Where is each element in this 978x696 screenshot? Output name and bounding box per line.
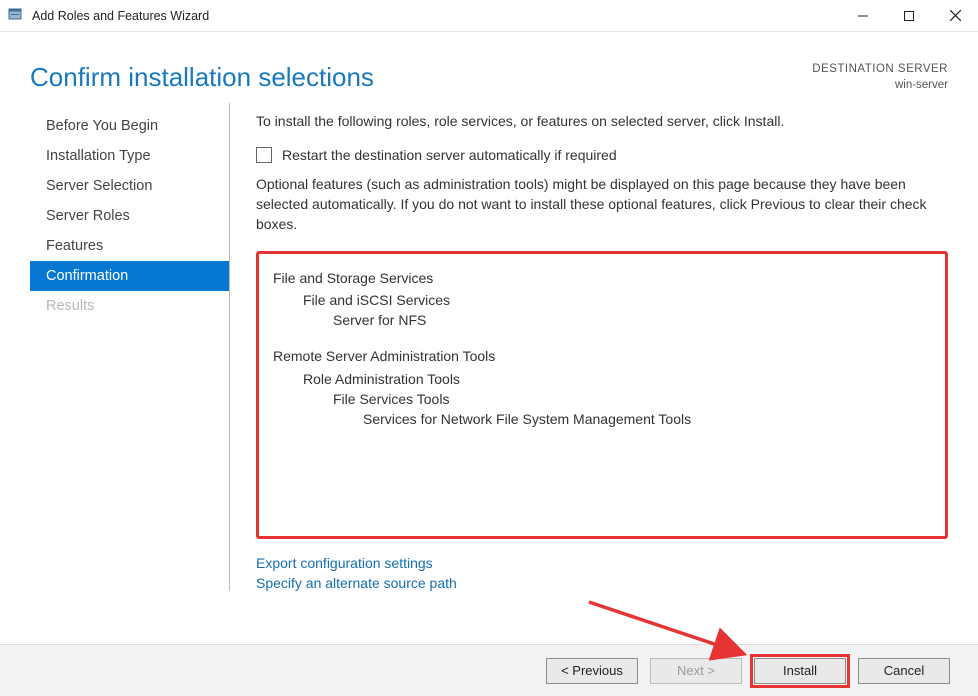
destination-label: DESTINATION SERVER <box>812 62 948 78</box>
footer: < Previous Next > Install Cancel <box>0 644 978 696</box>
selection-item: Role Administration Tools <box>303 369 931 389</box>
next-button: Next > <box>650 658 742 684</box>
install-button[interactable]: Install <box>754 658 846 684</box>
previous-button[interactable]: < Previous <box>546 658 638 684</box>
instruction-text: To install the following roles, role ser… <box>256 111 948 131</box>
nav-item-server-selection[interactable]: Server Selection <box>30 171 229 201</box>
nav-item-features[interactable]: Features <box>30 231 229 261</box>
nav-item-confirmation[interactable]: Confirmation <box>30 261 229 291</box>
alternate-source-link[interactable]: Specify an alternate source path <box>256 573 948 593</box>
selection-item: File and iSCSI Services <box>303 290 931 310</box>
restart-checkbox[interactable] <box>256 147 272 163</box>
header: Confirm installation selections DESTINAT… <box>0 32 978 103</box>
restart-label: Restart the destination server automatic… <box>282 145 617 165</box>
nav-item-installation-type[interactable]: Installation Type <box>30 141 229 171</box>
links: Export configuration settings Specify an… <box>256 553 948 594</box>
destination-info: DESTINATION SERVER win-server <box>812 62 948 93</box>
maximize-button[interactable] <box>886 0 932 32</box>
wizard-nav: Before You BeginInstallation TypeServer … <box>30 103 230 591</box>
nav-item-results: Results <box>30 291 229 321</box>
minimize-button[interactable] <box>840 0 886 32</box>
restart-row: Restart the destination server automatic… <box>256 145 948 165</box>
nav-item-server-roles[interactable]: Server Roles <box>30 201 229 231</box>
selection-item: Remote Server Administration Tools <box>273 346 931 366</box>
selections-box[interactable]: File and Storage ServicesFile and iSCSI … <box>256 251 948 539</box>
window-controls <box>840 0 978 32</box>
destination-value: win-server <box>812 78 948 94</box>
body: Before You BeginInstallation TypeServer … <box>0 103 978 609</box>
selection-item: File and Storage Services <box>273 268 931 288</box>
export-settings-link[interactable]: Export configuration settings <box>256 553 948 573</box>
app-icon <box>8 6 24 25</box>
selection-item: Server for NFS <box>333 310 931 330</box>
optional-note: Optional features (such as administratio… <box>256 174 948 235</box>
selection-item: Services for Network File System Managem… <box>363 409 931 429</box>
selection-item: File Services Tools <box>333 389 931 409</box>
nav-item-before-you-begin[interactable]: Before You Begin <box>30 111 229 141</box>
titlebar: Add Roles and Features Wizard <box>0 0 978 32</box>
page-title: Confirm installation selections <box>30 62 374 93</box>
cancel-button[interactable]: Cancel <box>858 658 950 684</box>
window-title: Add Roles and Features Wizard <box>32 9 209 23</box>
close-button[interactable] <box>932 0 978 32</box>
content: To install the following roles, role ser… <box>230 103 948 591</box>
titlebar-left: Add Roles and Features Wizard <box>8 6 209 25</box>
